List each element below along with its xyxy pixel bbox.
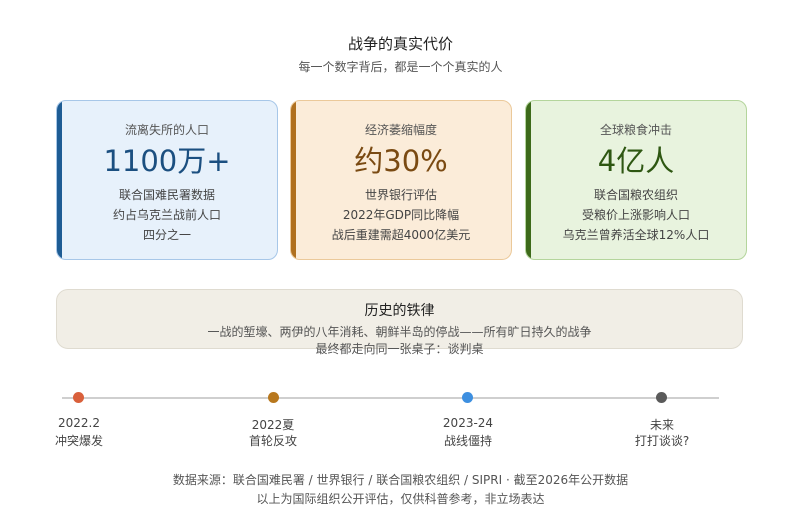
card-value: 4亿人 (597, 144, 675, 178)
timeline-desc: 打打谈谈? (634, 434, 690, 448)
page-title: 战争的真实代价 (347, 35, 453, 53)
data-source: 数据来源：联合国难民署 / 世界银行 / 联合国粮农组织 / SIPRI · 截… (172, 473, 629, 487)
page-subtitle: 每一个数字背后，都是一个个真实的人 (298, 60, 503, 74)
timeline-axis (62, 397, 719, 399)
card-line: 受粮价上涨影响人口 (581, 208, 690, 222)
card-economic-contraction: 经济萎缩幅度 约30% 世界银行评估 2022年GDP同比降幅 战后重建需超40… (290, 100, 512, 260)
card-line: 世界银行评估 (364, 188, 437, 202)
history-panel: 历史的铁律 一战的堑壕、两伊的八年消耗、朝鲜半岛的停战——所有旷日持久的战争 最… (56, 289, 743, 356)
card-line: 战后重建需超4000亿美元 (331, 228, 471, 242)
timeline-desc: 冲突爆发 (54, 434, 103, 448)
card-line: 乌克兰曾养活全球12%人口 (562, 228, 710, 242)
card-line: 四分之一 (142, 228, 191, 242)
card-label: 经济萎缩幅度 (364, 123, 437, 137)
card-label: 全球粮食冲击 (599, 123, 672, 137)
timeline-dot (656, 392, 667, 403)
timeline-dot (73, 392, 84, 403)
card-food-shock: 全球粮食冲击 4亿人 联合国粮农组织 受粮价上涨影响人口 乌克兰曾养活全球12%… (525, 100, 747, 260)
card-label: 流离失所的人口 (124, 123, 209, 137)
card-value: 约30% (354, 144, 448, 178)
disclaimer: 以上为国际组织公开评估，仅供科普参考，非立场表达 (256, 492, 545, 506)
timeline-desc: 首轮反攻 (248, 434, 297, 448)
card-value: 1100万+ (103, 144, 231, 178)
card-line: 约占乌克兰战前人口 (112, 208, 221, 222)
timeline-date: 2022夏 (251, 418, 295, 432)
card-line: 联合国难民署数据 (118, 188, 215, 202)
card-line: 联合国粮农组织 (593, 188, 678, 202)
timeline-dot (462, 392, 473, 403)
timeline-date: 2022.2 (58, 416, 100, 430)
history-text: 最终都走向同一张桌子：谈判桌 (315, 342, 484, 356)
timeline-desc: 战线僵持 (443, 434, 492, 448)
timeline-date: 2023-24 (442, 416, 494, 430)
card-line: 2022年GDP同比降幅 (342, 208, 460, 222)
timeline-date: 未来 (649, 418, 674, 432)
history-title: 历史的铁律 (364, 303, 435, 319)
timeline-dot (268, 392, 279, 403)
card-displaced-population: 流离失所的人口 1100万+ 联合国难民署数据 约占乌克兰战前人口 四分之一 (56, 100, 278, 260)
history-text: 一战的堑壕、两伊的八年消耗、朝鲜半岛的停战——所有旷日持久的战争 (207, 325, 592, 339)
